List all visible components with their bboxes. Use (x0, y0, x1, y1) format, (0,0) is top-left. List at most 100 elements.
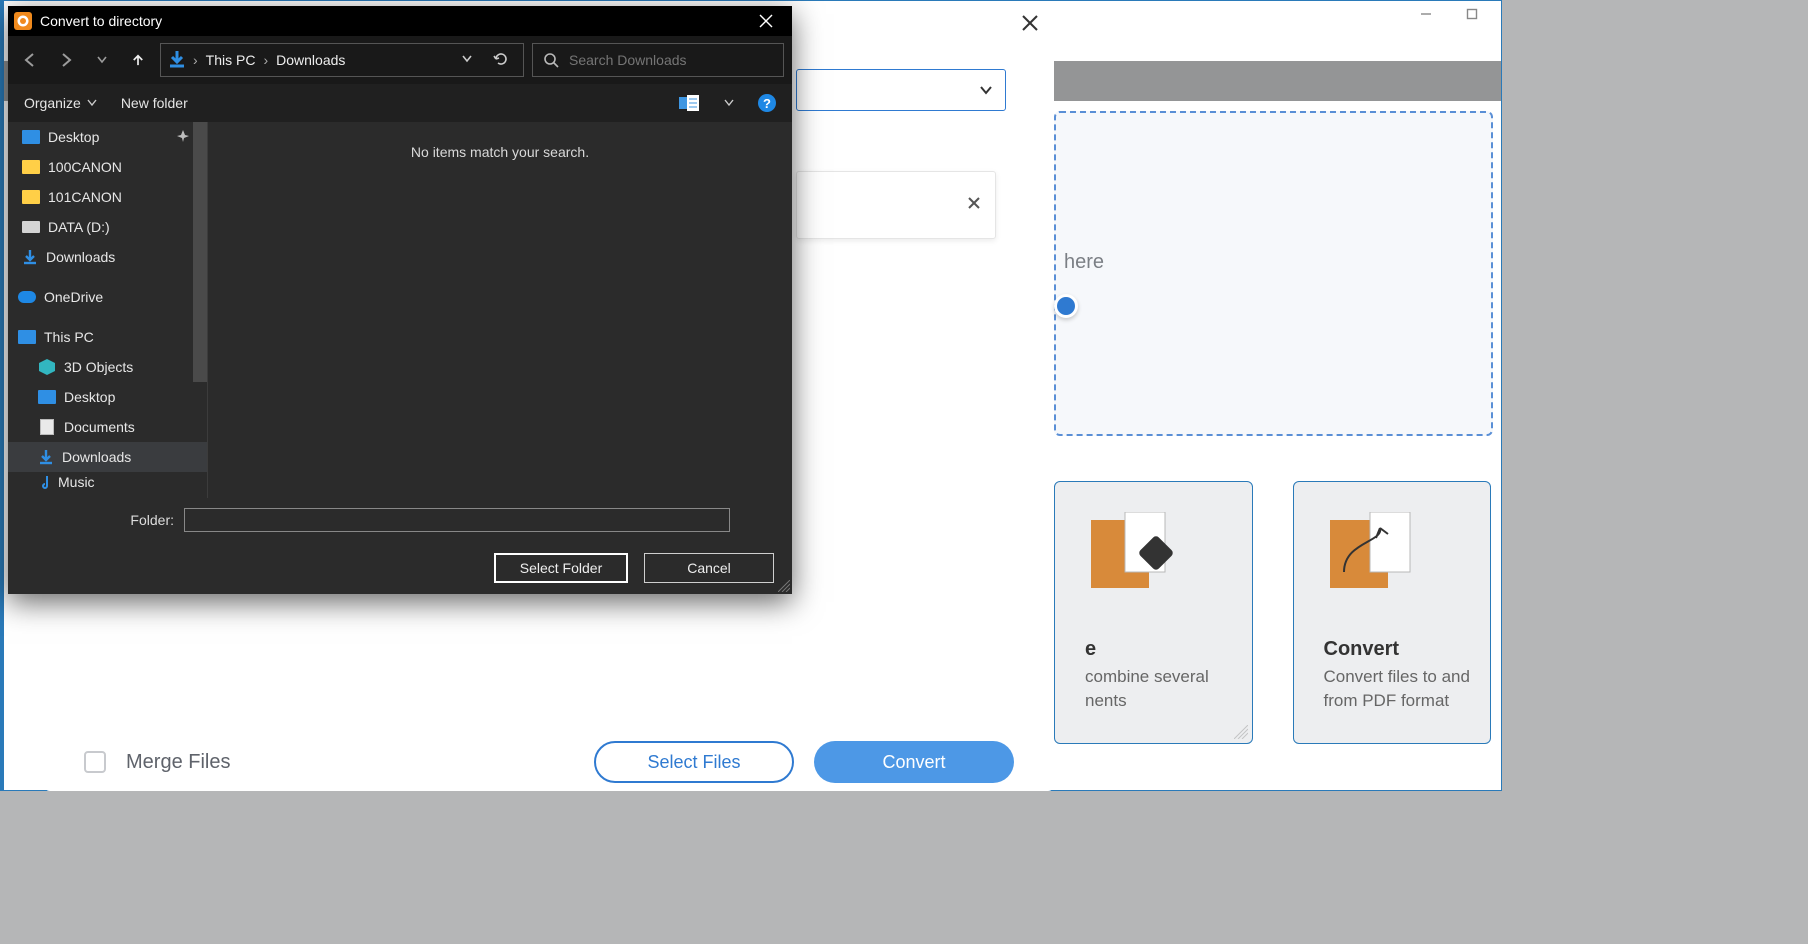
view-mode-dropdown[interactable] (724, 95, 734, 111)
view-icon (678, 94, 700, 112)
tree-item-label: Downloads (62, 449, 131, 465)
folder-name-input[interactable] (184, 508, 730, 532)
dialog-toolbar: Organize New folder ? (8, 84, 792, 122)
breadcrumb-downloads[interactable]: Downloads (274, 52, 347, 68)
resize-grip-icon[interactable] (778, 580, 790, 592)
dialog-body: Desktop 100CANON 101CANON DATA (D:) Download… (8, 122, 792, 498)
convert-card-desc: Convert files to andfrom PDF format (1324, 665, 1491, 713)
nav-back-button[interactable] (16, 46, 44, 74)
dialog-title: Convert to directory (40, 13, 746, 29)
organize-label: Organize (24, 95, 81, 111)
chevron-down-icon (979, 83, 993, 97)
modal-bottom-bar: Merge Files Select Files Convert (84, 741, 1014, 783)
feature-cards: e combine severalnents Convert Convert f… (1054, 481, 1491, 744)
tree-item-onedrive[interactable]: OneDrive (8, 282, 207, 312)
select-folder-button[interactable]: Select Folder (494, 553, 628, 583)
tree-item-desktop[interactable]: Desktop (8, 122, 207, 152)
nav-tree[interactable]: Desktop 100CANON 101CANON DATA (D:) Download… (8, 122, 208, 498)
nav-forward-button[interactable] (52, 46, 80, 74)
tree-item-label: Desktop (64, 389, 115, 405)
merge-checkbox[interactable] (84, 751, 106, 773)
breadcrumb-this-pc[interactable]: This PC (204, 52, 258, 68)
tree-item-3d-objects[interactable]: 3D Objects (8, 352, 207, 382)
drop-hint-text: here (1064, 251, 1104, 274)
dialog-close-button[interactable] (746, 6, 786, 36)
nav-recent-button[interactable] (88, 46, 116, 74)
merge-label: Merge Files (126, 751, 574, 774)
merge-card-icon (1085, 512, 1185, 598)
dialog-button-row: Select Folder Cancel (8, 542, 792, 594)
merge-card-title: e (1085, 638, 1252, 661)
refresh-button[interactable] (485, 51, 517, 70)
nav-up-button[interactable] (124, 46, 152, 74)
tree-item-downloads[interactable]: Downloads (8, 242, 207, 272)
convert-card-icon (1324, 512, 1424, 598)
tree-item-label: Downloads (46, 249, 115, 265)
breadcrumb-separator: › (193, 52, 198, 68)
tree-item-documents[interactable]: Documents (8, 412, 207, 442)
tree-item-label: Documents (64, 419, 135, 435)
tree-item-label: 3D Objects (64, 359, 133, 375)
modal-close-button[interactable] (1016, 9, 1044, 37)
file-drop-zone[interactable] (1054, 111, 1493, 436)
organize-menu[interactable]: Organize (24, 95, 97, 111)
address-bar[interactable]: › This PC › Downloads (160, 43, 524, 77)
app-icon (14, 12, 32, 30)
arrow-up-icon (130, 52, 145, 67)
convert-card[interactable]: Convert Convert files to andfrom PDF for… (1293, 481, 1492, 744)
merge-card-desc: combine severalnents (1085, 665, 1252, 713)
arrow-right-icon (57, 51, 75, 69)
folder-picker-dialog: Convert to directory › This PC › Downloa… (8, 6, 792, 594)
merge-card[interactable]: e combine severalnents (1054, 481, 1253, 744)
close-icon (759, 14, 773, 28)
selected-file-row (796, 171, 996, 239)
format-dropdown[interactable] (796, 69, 1006, 111)
select-files-button[interactable]: Select Files (594, 741, 794, 783)
folder-label: Folder: (26, 512, 174, 528)
tree-item-label: Desktop (48, 129, 99, 145)
new-folder-button[interactable]: New folder (121, 95, 188, 111)
tree-item-label: OneDrive (44, 289, 103, 305)
downloads-folder-icon (167, 49, 187, 72)
tree-item-music[interactable]: Music (8, 472, 207, 492)
tree-item-100canon[interactable]: 100CANON (8, 152, 207, 182)
chevron-down-icon (87, 98, 97, 108)
chevron-down-icon (96, 54, 108, 66)
tree-item-label: DATA (D:) (48, 219, 110, 235)
address-bar-row: › This PC › Downloads (8, 36, 792, 84)
file-row-remove[interactable] (967, 196, 981, 215)
tree-item-label: This PC (44, 329, 94, 345)
convert-card-title: Convert (1324, 638, 1491, 661)
tree-item-label: Music (58, 474, 95, 490)
tree-scrollbar-thumb[interactable] (193, 122, 207, 382)
chevron-down-icon (461, 53, 473, 65)
close-icon (1021, 14, 1039, 32)
resize-grip-icon (1234, 725, 1248, 739)
tree-item-label: 101CANON (48, 189, 122, 205)
tree-item-label: 100CANON (48, 159, 122, 175)
minimize-button[interactable] (1403, 0, 1449, 28)
cancel-button[interactable]: Cancel (644, 553, 774, 583)
file-list-pane[interactable]: No items match your search. (208, 122, 792, 498)
maximize-button[interactable] (1449, 0, 1495, 28)
add-file-hotspot[interactable] (1054, 294, 1078, 318)
tree-item-desktop[interactable]: Desktop (8, 382, 207, 412)
search-box[interactable] (532, 43, 784, 77)
empty-message: No items match your search. (411, 144, 589, 160)
tree-item-101canon[interactable]: 101CANON (8, 182, 207, 212)
window-controls (1403, 0, 1495, 28)
tree-item-data-d-[interactable]: DATA (D:) (8, 212, 207, 242)
tree-item-downloads[interactable]: Downloads (8, 442, 207, 472)
search-input[interactable] (569, 52, 773, 68)
help-button[interactable]: ? (758, 94, 776, 112)
address-history-button[interactable] (455, 52, 479, 68)
dialog-title-bar: Convert to directory (8, 6, 792, 36)
close-icon (967, 196, 981, 210)
tree-item-this-pc[interactable]: This PC (8, 322, 207, 352)
search-icon (543, 52, 559, 68)
view-mode-button[interactable] (678, 94, 700, 112)
pin-icon (177, 129, 189, 145)
breadcrumb-separator: › (263, 52, 268, 68)
convert-button[interactable]: Convert (814, 741, 1014, 783)
arrow-left-icon (21, 51, 39, 69)
